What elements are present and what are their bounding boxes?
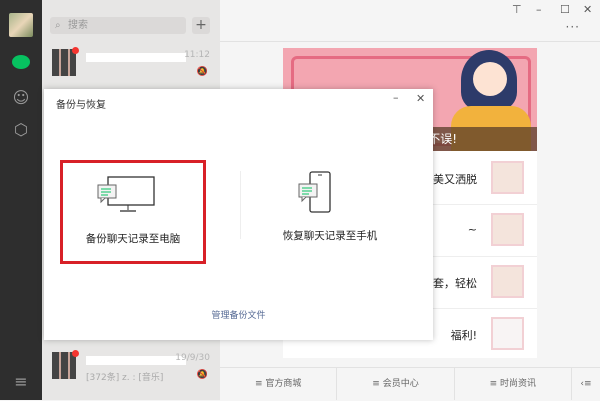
menu-label: 时尚资讯 [500,379,537,389]
add-button[interactable]: + [192,17,210,34]
menu-member-center[interactable]: ≡ 会员中心 [337,368,455,400]
article-title: 福利! [450,329,477,342]
mute-icon: 🔕 [196,67,208,77]
unread-badge [72,47,79,54]
pin-icon[interactable]: ⊤ [512,3,522,16]
menu-fashion-news[interactable]: ≡ 时尚资讯 [455,368,572,400]
phone-icon [298,171,331,213]
chat-name [86,356,186,365]
menu-label: 官方商城 [265,379,302,389]
unread-badge [72,350,79,357]
article-thumbnail [491,317,524,350]
sidebar: ☺ ⬡ ≡ [0,0,42,400]
search-placeholder: 搜索 [68,20,88,31]
more-icon[interactable]: ··· [566,20,580,34]
contacts-icon[interactable]: ☺ [11,88,31,108]
article-thumbnail [491,213,524,246]
mute-icon: 🔕 [196,370,208,380]
list-item[interactable]: 19/9/30 [372条] z. : [音乐] 🔕 [42,348,220,388]
keyboard-toggle[interactable]: ‹≡ [572,368,600,400]
backup-label: 备份聊天记录至电脑 [85,233,181,245]
backup-to-pc-button[interactable]: 备份聊天记录至电脑 [60,160,206,264]
menu-official-store[interactable]: ≡ 官方商城 [220,368,338,400]
divider [240,171,241,239]
search-icon: ⌕ [55,20,61,31]
search-input[interactable]: ⌕ 搜索 [50,17,186,34]
chat-time: 11:12 [184,50,210,60]
article-title: ~ [467,223,477,236]
chat-header: ⊤ – ☐ ✕ ··· [220,0,600,42]
chat-icon[interactable] [12,55,30,69]
minimize-icon[interactable]: – [393,91,399,104]
menu-label: 会员中心 [382,379,419,389]
maximize-icon[interactable]: ☐ [560,3,570,16]
chat-preview: [372条] z. : [音乐] [86,373,164,383]
close-icon[interactable]: ✕ [416,92,425,105]
list-item[interactable]: 11:12 🔕 [42,45,220,85]
chat-time: 19/9/30 [175,353,210,363]
restore-to-phone-button[interactable]: 恢复聊天记录至手机 [257,160,403,264]
dialog-title: 备份与恢复 [56,100,106,111]
menu-icon[interactable]: ≡ [11,372,31,392]
bottom-menu: ≡ 官方商城 ≡ 会员中心 ≡ 时尚资讯 ‹≡ [220,367,600,400]
mini-programs-icon[interactable]: ⬡ [11,120,31,140]
chat-name [86,53,186,62]
article-thumbnail [491,265,524,298]
backup-restore-dialog: 备份与恢复 – ✕ 备份聊天记录至电脑 恢复聊天记录至手机 管理备份文件 [44,89,433,340]
computer-icon [97,176,155,212]
manage-backup-files-link[interactable]: 管理备份文件 [44,308,433,321]
close-icon[interactable]: ✕ [583,3,592,16]
article-thumbnail [491,161,524,194]
avatar[interactable] [9,13,33,37]
restore-label: 恢复聊天记录至手机 [282,230,378,242]
minimize-icon[interactable]: – [536,3,542,16]
